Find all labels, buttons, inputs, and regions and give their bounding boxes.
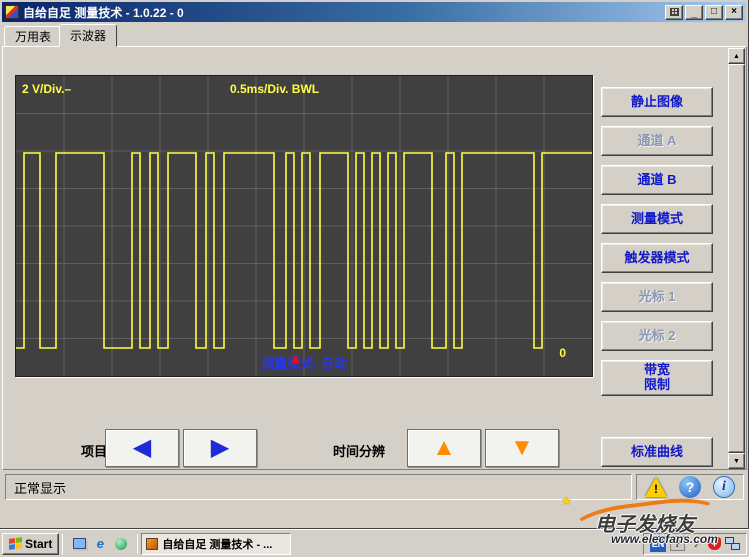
item-previous-button[interactable]: ◀ [105, 429, 179, 467]
side-button-label: 光标 2 [639, 329, 676, 344]
time-per-div-label: 0.5ms/Div. BWL [230, 82, 319, 96]
taskbar: Start e 自给自足 测量技术 - ... EN ? ♪ + [0, 529, 749, 557]
minimize-button[interactable]: _ [685, 5, 703, 20]
language-indicator[interactable]: EN [650, 536, 666, 552]
close-button[interactable]: × [725, 5, 743, 20]
start-button[interactable]: Start [2, 533, 59, 555]
taskbar-app-button[interactable]: 自给自足 测量技术 - ... [141, 533, 291, 555]
app-icon [5, 5, 19, 19]
arrow-down-icon: ▼ [510, 436, 534, 460]
window-grid-button[interactable] [665, 5, 683, 20]
side-button-column: 静止图像通道 A 通道 B 测量模式触发器模式光标 1 光标 2 带宽限制标准曲线 [601, 87, 713, 467]
restore-icon: □ [711, 7, 717, 17]
minimize-icon: _ [691, 9, 697, 19]
taskbar-app-icon [146, 538, 158, 550]
status-bar: 正常显示 ! ? i [2, 472, 747, 502]
status-icon-field: ! ? i [636, 474, 744, 500]
tray-volume-icon[interactable]: ♪ [689, 536, 704, 551]
side-button-label: 标准曲线 [631, 445, 683, 460]
side-button-channel-b[interactable]: 通道 B [601, 165, 713, 195]
quick-launch: e [66, 536, 134, 552]
side-button-measure-mode[interactable]: 测量模式 [601, 204, 713, 234]
side-button-label: 测量模式 [631, 212, 683, 227]
tab-multimeter[interactable]: 万用表 [4, 26, 62, 46]
item-label: 项目 [81, 441, 107, 460]
restore-button[interactable]: □ [705, 5, 723, 20]
item-next-button[interactable]: ▶ [183, 429, 257, 467]
help-icon[interactable]: ? [679, 476, 701, 498]
tab-multimeter-label: 万用表 [15, 28, 51, 45]
side-button-trigger-mode[interactable]: 触发器模式 [601, 243, 713, 273]
status-message: 正常显示 [14, 478, 66, 497]
scroll-up-button[interactable]: ▲ [728, 48, 745, 64]
time-resolution-down-button[interactable]: ▼ [485, 429, 559, 467]
tray-network-icon[interactable] [725, 536, 740, 551]
scope-zero-label: 0 [559, 346, 566, 360]
quick-launch-desktop-icon[interactable] [71, 536, 87, 552]
scope-display: 2 V/Div.– 0.5ms/Div. BWL 测量模式: 自动 ▲ 0 [15, 75, 593, 377]
quick-launch-media-icon[interactable] [113, 536, 129, 552]
side-button-label: 通道 A [637, 134, 676, 149]
scroll-down-button[interactable]: ▼ [728, 453, 745, 469]
tray-help-icon[interactable]: ? [670, 536, 685, 551]
volts-per-div-label: 2 V/Div.– [22, 82, 71, 96]
scroll-up-icon: ▲ [733, 53, 740, 60]
system-tray: EN ? ♪ + [643, 533, 747, 555]
close-icon: × [731, 7, 737, 17]
side-button-cursor-2[interactable]: 光标 2 [601, 321, 713, 351]
titlebar[interactable]: 自给自足 测量技术 - 1.0.22 - 0 _ □ × [2, 2, 746, 22]
side-button-freeze-image[interactable]: 静止图像 [601, 87, 713, 117]
window-title: 自给自足 测量技术 - 1.0.22 - 0 [23, 4, 661, 21]
info-icon[interactable]: i [713, 476, 735, 498]
side-button-standard-curve[interactable]: 标准曲线 [601, 437, 713, 467]
side-button-cursor-1[interactable]: 光标 1 [601, 282, 713, 312]
vertical-scrollbar[interactable]: ▲ ▼ [728, 48, 745, 469]
arrow-up-icon: ▲ [432, 436, 456, 460]
side-button-channel-a[interactable]: 通道 A [601, 126, 713, 156]
trigger-marker-icon: ▲ [288, 351, 303, 366]
side-button-label: 带宽 [644, 363, 670, 378]
tab-oscilloscope[interactable]: 示波器 [59, 24, 117, 47]
scroll-down-icon: ▼ [733, 458, 740, 465]
tray-security-icon[interactable]: + [708, 537, 721, 550]
side-button-bandwidth-limit[interactable]: 带宽限制 [601, 360, 713, 396]
taskbar-app-label: 自给自足 测量技术 - ... [162, 536, 272, 552]
window-controls: _ □ × [665, 5, 743, 20]
arrow-left-icon: ◀ [133, 436, 151, 460]
tab-oscilloscope-label: 示波器 [70, 27, 106, 44]
warning-icon[interactable]: ! [645, 477, 667, 497]
time-resolution-up-button[interactable]: ▲ [407, 429, 481, 467]
arrow-right-icon: ▶ [211, 436, 229, 460]
app-window: 自给自足 测量技术 - 1.0.22 - 0 _ □ × 万用表 示波器 [0, 0, 749, 529]
side-button-label: 光标 1 [639, 290, 676, 305]
quick-launch-ie-icon[interactable]: e [92, 536, 108, 552]
scope-grid [16, 76, 592, 376]
taskbar-divider [62, 534, 63, 554]
measure-mode-readout: 测量模式: 自动 [16, 353, 592, 372]
scope-canvas [16, 76, 592, 376]
oscilloscope-panel: 2 V/Div.– 0.5ms/Div. BWL 测量模式: 自动 ▲ 0 静止… [2, 46, 747, 470]
side-button-label: 静止图像 [631, 95, 683, 110]
side-button-label: 触发器模式 [624, 251, 689, 266]
status-message-field: 正常显示 [5, 474, 632, 500]
desktop: 自给自足 测量技术 - 1.0.22 - 0 _ □ × 万用表 示波器 [0, 0, 749, 557]
side-button-label: 通道 B [637, 173, 676, 188]
scrollbar-thumb[interactable] [728, 64, 745, 453]
start-button-label: Start [25, 537, 52, 551]
windows-flag-icon [9, 537, 22, 550]
grid-icon [670, 8, 679, 16]
time-resolution-label: 时间分辨 [333, 441, 385, 460]
taskbar-divider-2 [137, 534, 138, 554]
side-button-label: 限制 [644, 378, 670, 393]
